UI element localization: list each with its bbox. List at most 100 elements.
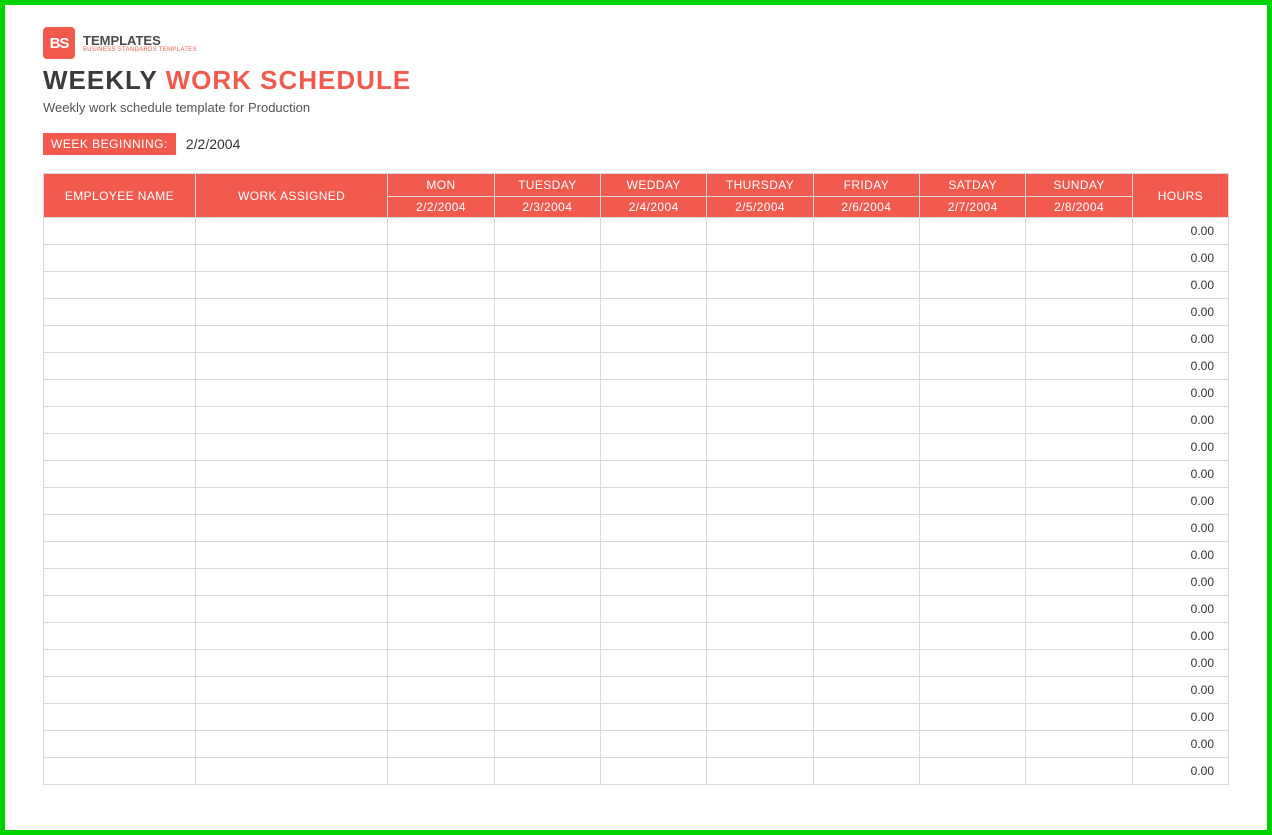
cell-day[interactable] <box>813 434 919 461</box>
cell-day[interactable] <box>813 407 919 434</box>
cell-employee[interactable] <box>44 434 196 461</box>
cell-employee[interactable] <box>44 299 196 326</box>
cell-day[interactable] <box>813 758 919 785</box>
cell-day[interactable] <box>601 353 707 380</box>
cell-day[interactable] <box>494 245 600 272</box>
cell-day[interactable] <box>707 380 813 407</box>
cell-day[interactable] <box>601 515 707 542</box>
cell-day[interactable] <box>1026 461 1132 488</box>
cell-employee[interactable] <box>44 731 196 758</box>
cell-employee[interactable] <box>44 515 196 542</box>
cell-day[interactable] <box>813 704 919 731</box>
cell-day[interactable] <box>388 218 494 245</box>
cell-employee[interactable] <box>44 245 196 272</box>
cell-day[interactable] <box>1026 758 1132 785</box>
cell-day[interactable] <box>813 461 919 488</box>
cell-day[interactable] <box>920 515 1026 542</box>
cell-day[interactable] <box>920 245 1026 272</box>
cell-day[interactable] <box>920 218 1026 245</box>
cell-day[interactable] <box>1026 704 1132 731</box>
cell-day[interactable] <box>388 407 494 434</box>
cell-day[interactable] <box>813 488 919 515</box>
cell-day[interactable] <box>601 434 707 461</box>
cell-day[interactable] <box>601 650 707 677</box>
cell-day[interactable] <box>920 704 1026 731</box>
cell-day[interactable] <box>388 434 494 461</box>
cell-employee[interactable] <box>44 461 196 488</box>
cell-day[interactable] <box>601 380 707 407</box>
cell-day[interactable] <box>707 650 813 677</box>
cell-employee[interactable] <box>44 542 196 569</box>
cell-day[interactable] <box>494 596 600 623</box>
cell-employee[interactable] <box>44 758 196 785</box>
cell-day[interactable] <box>388 731 494 758</box>
cell-day[interactable] <box>813 272 919 299</box>
cell-day[interactable] <box>494 380 600 407</box>
cell-day[interactable] <box>920 596 1026 623</box>
cell-day[interactable] <box>1026 542 1132 569</box>
cell-employee[interactable] <box>44 326 196 353</box>
cell-day[interactable] <box>1026 353 1132 380</box>
cell-work[interactable] <box>195 515 387 542</box>
cell-day[interactable] <box>920 299 1026 326</box>
cell-day[interactable] <box>707 245 813 272</box>
cell-day[interactable] <box>494 272 600 299</box>
cell-day[interactable] <box>494 326 600 353</box>
cell-work[interactable] <box>195 569 387 596</box>
cell-day[interactable] <box>707 434 813 461</box>
cell-day[interactable] <box>813 596 919 623</box>
cell-work[interactable] <box>195 542 387 569</box>
week-beginning-value[interactable]: 2/2/2004 <box>176 133 251 155</box>
cell-day[interactable] <box>813 299 919 326</box>
cell-day[interactable] <box>601 758 707 785</box>
cell-day[interactable] <box>494 677 600 704</box>
cell-day[interactable] <box>601 218 707 245</box>
cell-work[interactable] <box>195 488 387 515</box>
cell-day[interactable] <box>1026 650 1132 677</box>
cell-day[interactable] <box>920 650 1026 677</box>
cell-day[interactable] <box>920 569 1026 596</box>
cell-day[interactable] <box>1026 326 1132 353</box>
cell-day[interactable] <box>1026 245 1132 272</box>
cell-day[interactable] <box>388 704 494 731</box>
cell-day[interactable] <box>920 542 1026 569</box>
cell-day[interactable] <box>920 353 1026 380</box>
cell-day[interactable] <box>494 434 600 461</box>
cell-day[interactable] <box>813 569 919 596</box>
cell-day[interactable] <box>707 353 813 380</box>
cell-day[interactable] <box>920 677 1026 704</box>
cell-work[interactable] <box>195 731 387 758</box>
cell-day[interactable] <box>707 407 813 434</box>
cell-work[interactable] <box>195 380 387 407</box>
cell-day[interactable] <box>920 326 1026 353</box>
cell-day[interactable] <box>707 299 813 326</box>
cell-day[interactable] <box>388 380 494 407</box>
cell-work[interactable] <box>195 758 387 785</box>
cell-work[interactable] <box>195 704 387 731</box>
cell-day[interactable] <box>920 272 1026 299</box>
cell-day[interactable] <box>813 542 919 569</box>
cell-day[interactable] <box>388 677 494 704</box>
cell-day[interactable] <box>920 380 1026 407</box>
cell-day[interactable] <box>707 515 813 542</box>
cell-employee[interactable] <box>44 488 196 515</box>
cell-day[interactable] <box>813 731 919 758</box>
cell-day[interactable] <box>707 488 813 515</box>
cell-day[interactable] <box>388 353 494 380</box>
cell-day[interactable] <box>1026 515 1132 542</box>
cell-day[interactable] <box>920 488 1026 515</box>
cell-employee[interactable] <box>44 272 196 299</box>
cell-work[interactable] <box>195 596 387 623</box>
cell-work[interactable] <box>195 326 387 353</box>
cell-day[interactable] <box>707 704 813 731</box>
cell-work[interactable] <box>195 218 387 245</box>
cell-day[interactable] <box>920 731 1026 758</box>
cell-day[interactable] <box>813 650 919 677</box>
cell-day[interactable] <box>601 326 707 353</box>
cell-day[interactable] <box>494 758 600 785</box>
cell-day[interactable] <box>813 515 919 542</box>
cell-day[interactable] <box>1026 623 1132 650</box>
cell-day[interactable] <box>707 731 813 758</box>
cell-day[interactable] <box>494 542 600 569</box>
cell-work[interactable] <box>195 299 387 326</box>
